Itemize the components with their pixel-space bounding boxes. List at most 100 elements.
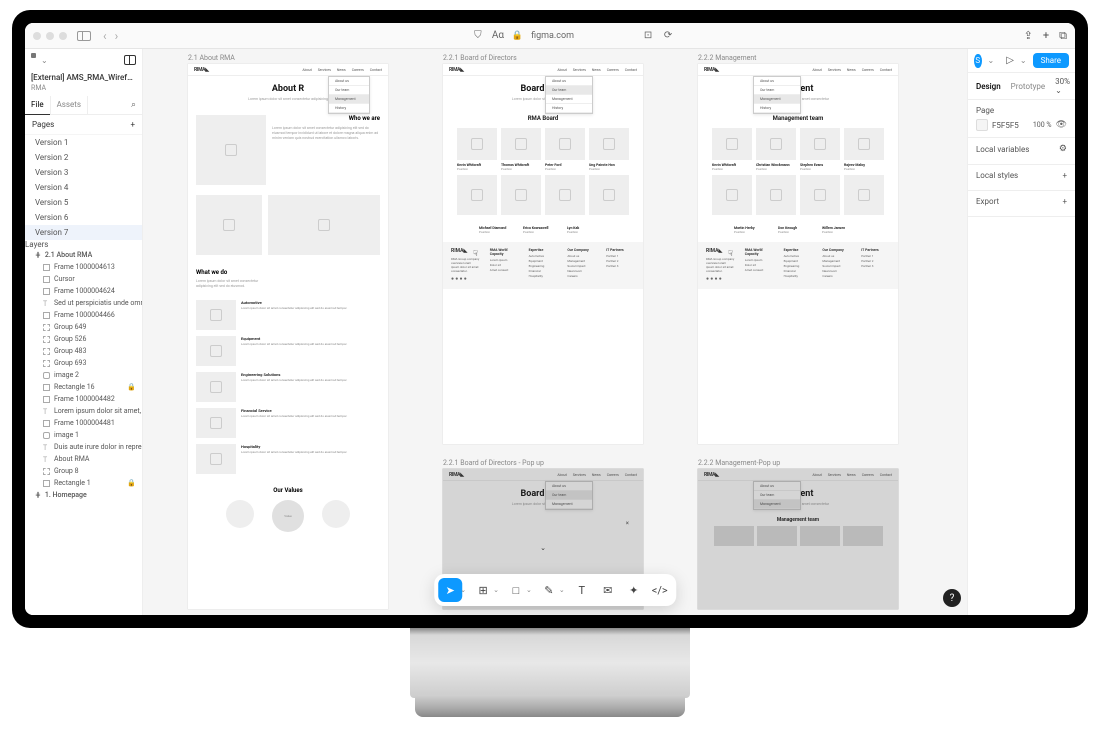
canvas[interactable]: 2.1 About RMA RIMA◣AboutServicesNewsCare… bbox=[143, 49, 967, 615]
traffic-lights[interactable] bbox=[33, 32, 67, 40]
layer-homepage[interactable]: ⋕ 1. Homepage bbox=[25, 489, 142, 501]
artboard-label[interactable]: 2.2.2 Management-Pop up bbox=[698, 459, 780, 467]
add-icon[interactable]: + bbox=[1062, 171, 1067, 180]
pen-tool[interactable]: ✎ bbox=[537, 578, 561, 602]
layer-item[interactable]: Group 526 bbox=[25, 333, 142, 345]
layer-item[interactable]: Frame 1000004481 bbox=[25, 417, 142, 429]
add-page-icon[interactable]: + bbox=[130, 120, 135, 129]
text-size-icon: Aα bbox=[492, 30, 504, 41]
layer-item[interactable]: Group 8 bbox=[25, 465, 142, 477]
new-tab-icon[interactable]: + bbox=[1043, 29, 1049, 43]
left-panel: ⌄ [External] AMS_RMA_Wiref… ⌄ RMA File A… bbox=[25, 49, 143, 615]
share-button[interactable]: Share bbox=[1033, 53, 1069, 68]
address-bar[interactable]: ⛉ Aα 🔒 figma.com ⊡ ⟳ bbox=[472, 30, 674, 41]
artboard-board[interactable]: RIMA◣AboutServicesNewsCareersContact Abo… bbox=[443, 64, 643, 444]
chevron-down-icon[interactable]: ⌄ bbox=[1020, 56, 1027, 65]
layer-root[interactable]: ⋕ 2.1 About RMA bbox=[25, 249, 142, 261]
chevron-down-icon[interactable]: ⌄ bbox=[988, 56, 995, 65]
forward-button[interactable]: › bbox=[115, 29, 119, 43]
page-item[interactable]: Version 4 bbox=[25, 180, 142, 195]
visibility-icon[interactable]: 👁 bbox=[1056, 120, 1067, 130]
page-item[interactable]: Version 6 bbox=[25, 210, 142, 225]
toolbar: ➤⌄ ⊞⌄ □⌄ ✎⌄ T ✉ ✦ </> bbox=[434, 574, 676, 606]
sidebar-toggle-icon[interactable] bbox=[77, 31, 91, 41]
cursor-hand-icon: ☟ bbox=[728, 249, 738, 259]
chevron-down-icon[interactable]: ⌄ bbox=[41, 56, 48, 65]
zoom-level[interactable]: 30% ⌄ bbox=[1055, 77, 1070, 95]
layer-item[interactable]: TAbout RMA bbox=[25, 453, 142, 465]
close-icon[interactable]: × bbox=[626, 520, 629, 527]
tab-design[interactable]: Design bbox=[976, 82, 1001, 91]
layer-item[interactable]: TSed ut perspiciatis unde omnis ist bbox=[25, 297, 142, 309]
layer-item[interactable]: Frame 1000004482 bbox=[25, 393, 142, 405]
page-item[interactable]: Version 1 bbox=[25, 135, 142, 150]
layer-item[interactable]: Rectangle 16🔒 bbox=[25, 381, 142, 393]
lock-icon: 🔒 bbox=[512, 31, 523, 41]
page-section-label: Page bbox=[976, 106, 994, 115]
shield-icon: ⛉ bbox=[472, 30, 484, 41]
tabs-icon[interactable]: ⧉ bbox=[1059, 29, 1067, 43]
monitor-stand bbox=[410, 628, 690, 698]
background-color-row[interactable]: F5F5F5 100 % 👁 bbox=[976, 119, 1067, 131]
url-text: figma.com bbox=[531, 31, 574, 41]
search-icon[interactable]: ⌕ bbox=[125, 96, 142, 114]
right-panel: S ⌄ ▷ ⌄ Share Design Prototype 30% ⌄ Pag… bbox=[967, 49, 1075, 615]
tab-prototype[interactable]: Prototype bbox=[1011, 82, 1045, 91]
layers-header: Layers bbox=[25, 240, 142, 249]
reload-icon[interactable]: ⟳ bbox=[662, 30, 674, 41]
help-button[interactable]: ? bbox=[943, 589, 961, 607]
tab-file[interactable]: File bbox=[25, 96, 51, 114]
figma-logo-icon[interactable] bbox=[31, 53, 41, 67]
layer-item[interactable]: image 2 bbox=[25, 369, 142, 381]
frame-tool[interactable]: ⊞ bbox=[471, 578, 495, 602]
artboard-label[interactable]: 2.2.2 Management bbox=[698, 54, 756, 62]
browser-toolbar: ‹ › ⛉ Aα 🔒 figma.com ⊡ ⟳ ⇪ + ⧉ bbox=[25, 23, 1075, 49]
page-item[interactable]: Version 7 bbox=[25, 225, 142, 240]
file-project: RMA bbox=[25, 84, 142, 96]
artboard-label[interactable]: 2.1 About RMA bbox=[188, 54, 235, 62]
layer-item[interactable]: TDuis aute irure dolor in reprehend bbox=[25, 441, 142, 453]
shape-tool[interactable]: □ bbox=[504, 578, 528, 602]
layer-item[interactable]: TLorem ipsum dolor sit amet, cons bbox=[25, 405, 142, 417]
text-tool[interactable]: T bbox=[570, 578, 594, 602]
comment-tool[interactable]: ✉ bbox=[596, 578, 620, 602]
reader-icon: ⊡ bbox=[642, 30, 654, 41]
settings-icon[interactable]: ⚙ bbox=[1059, 144, 1067, 154]
monitor-base bbox=[415, 695, 685, 717]
layer-item[interactable]: Group 483 bbox=[25, 345, 142, 357]
back-button[interactable]: ‹ bbox=[103, 29, 107, 43]
local-styles[interactable]: Local styles bbox=[976, 171, 1018, 180]
layer-item[interactable]: Cursor bbox=[25, 273, 142, 285]
layer-item[interactable]: Frame 1000004624 bbox=[25, 285, 142, 297]
layer-item[interactable]: Group 649 bbox=[25, 321, 142, 333]
pages-header[interactable]: Pages+ bbox=[25, 115, 142, 135]
artboard-about[interactable]: RIMA◣AboutServicesNewsCareersContact Abo… bbox=[188, 64, 388, 609]
dev-mode-tool[interactable]: </> bbox=[648, 578, 672, 602]
cursor-hand-icon: ☟ bbox=[473, 249, 483, 259]
layer-item[interactable]: Group 693 bbox=[25, 357, 142, 369]
layer-item[interactable]: Rectangle 1🔒 bbox=[25, 477, 142, 489]
local-variables[interactable]: Local variables bbox=[976, 145, 1029, 154]
artboard-mgmt-popup[interactable]: RIMA◣AboutServicesNewsCareersContact Abo… bbox=[698, 469, 898, 609]
layer-item[interactable]: image 1 bbox=[25, 429, 142, 441]
panel-toggle-icon[interactable] bbox=[124, 55, 136, 65]
page-item[interactable]: Version 3 bbox=[25, 165, 142, 180]
tab-assets[interactable]: Assets bbox=[51, 96, 88, 114]
move-tool[interactable]: ➤ bbox=[438, 578, 462, 602]
artboard-label[interactable]: 2.2.1 Board of Directors - Pop up bbox=[443, 459, 544, 467]
artboard-management[interactable]: RIMA◣AboutServicesNewsCareersContact Abo… bbox=[698, 64, 898, 444]
layer-item[interactable]: Frame 1000004466 bbox=[25, 309, 142, 321]
page-item[interactable]: Version 2 bbox=[25, 150, 142, 165]
present-button[interactable]: ▷ bbox=[1006, 55, 1014, 66]
user-avatar[interactable]: S bbox=[974, 54, 982, 68]
artboard-label[interactable]: 2.2.1 Board of Directors bbox=[443, 54, 517, 62]
file-name[interactable]: [External] AMS_RMA_Wiref… ⌄ bbox=[25, 71, 142, 84]
actions-tool[interactable]: ✦ bbox=[622, 578, 646, 602]
chevron-down-icon[interactable]: ⌄ bbox=[540, 544, 546, 552]
export-section[interactable]: Export bbox=[976, 197, 999, 206]
layer-item[interactable]: Frame 1000004613 bbox=[25, 261, 142, 273]
page-item[interactable]: Version 5 bbox=[25, 195, 142, 210]
share-icon[interactable]: ⇪ bbox=[1024, 29, 1033, 43]
color-swatch[interactable] bbox=[976, 119, 988, 131]
add-icon[interactable]: + bbox=[1062, 197, 1067, 206]
